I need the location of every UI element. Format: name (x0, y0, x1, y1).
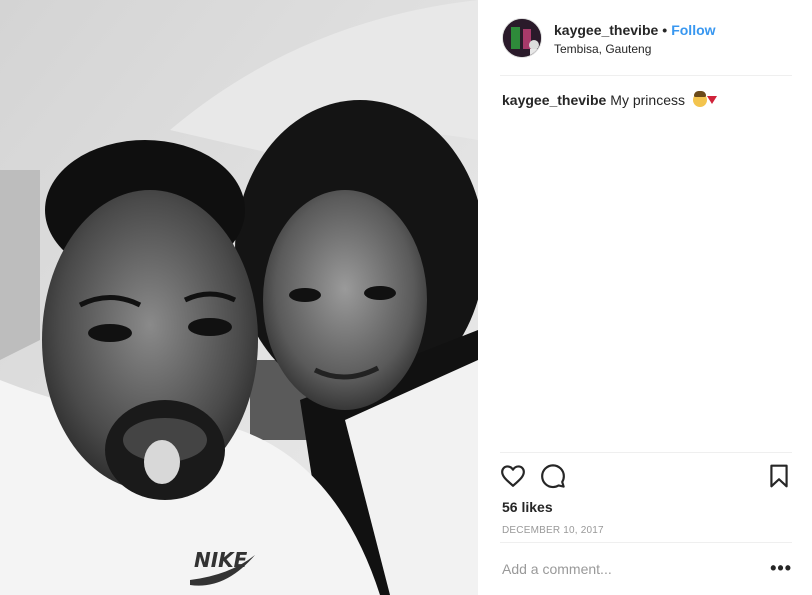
post-sidebar: kaygee_thevibe • Follow Tembisa, Gauteng k… (478, 0, 812, 595)
comment-bar: ••• (500, 542, 792, 595)
caption-username[interactable]: kaygee_thevibe (502, 92, 606, 108)
follow-button[interactable]: Follow (671, 22, 715, 38)
bookmark-icon[interactable] (766, 463, 792, 489)
username-link[interactable]: kaygee_thevibe (554, 22, 658, 38)
post-photo[interactable]: NIKE (0, 0, 478, 595)
heart-icon[interactable] (500, 463, 526, 489)
post-date[interactable]: DECEMBER 10, 2017 (502, 525, 604, 536)
caption-text: My princess (610, 92, 685, 108)
separator-dot: • (662, 22, 668, 38)
location-link[interactable]: Tembisa, Gauteng (554, 42, 651, 56)
caption: kaygee_thevibe My princess (502, 91, 717, 108)
nike-logo-text: NIKE (194, 548, 248, 572)
more-options-icon[interactable]: ••• (770, 559, 792, 577)
username-line: kaygee_thevibe • Follow (554, 22, 716, 38)
post-header: kaygee_thevibe • Follow Tembisa, Gauteng (500, 18, 792, 76)
selfie-image (0, 0, 478, 595)
comment-input[interactable] (502, 561, 752, 577)
comment-icon[interactable] (540, 463, 566, 489)
post-actions: 56 likes DECEMBER 10, 2017 (500, 452, 792, 542)
woman-face-emoji (692, 91, 707, 107)
likes-count[interactable]: 56 likes (502, 499, 553, 515)
gem-emoji (706, 96, 717, 104)
avatar[interactable] (502, 18, 542, 58)
